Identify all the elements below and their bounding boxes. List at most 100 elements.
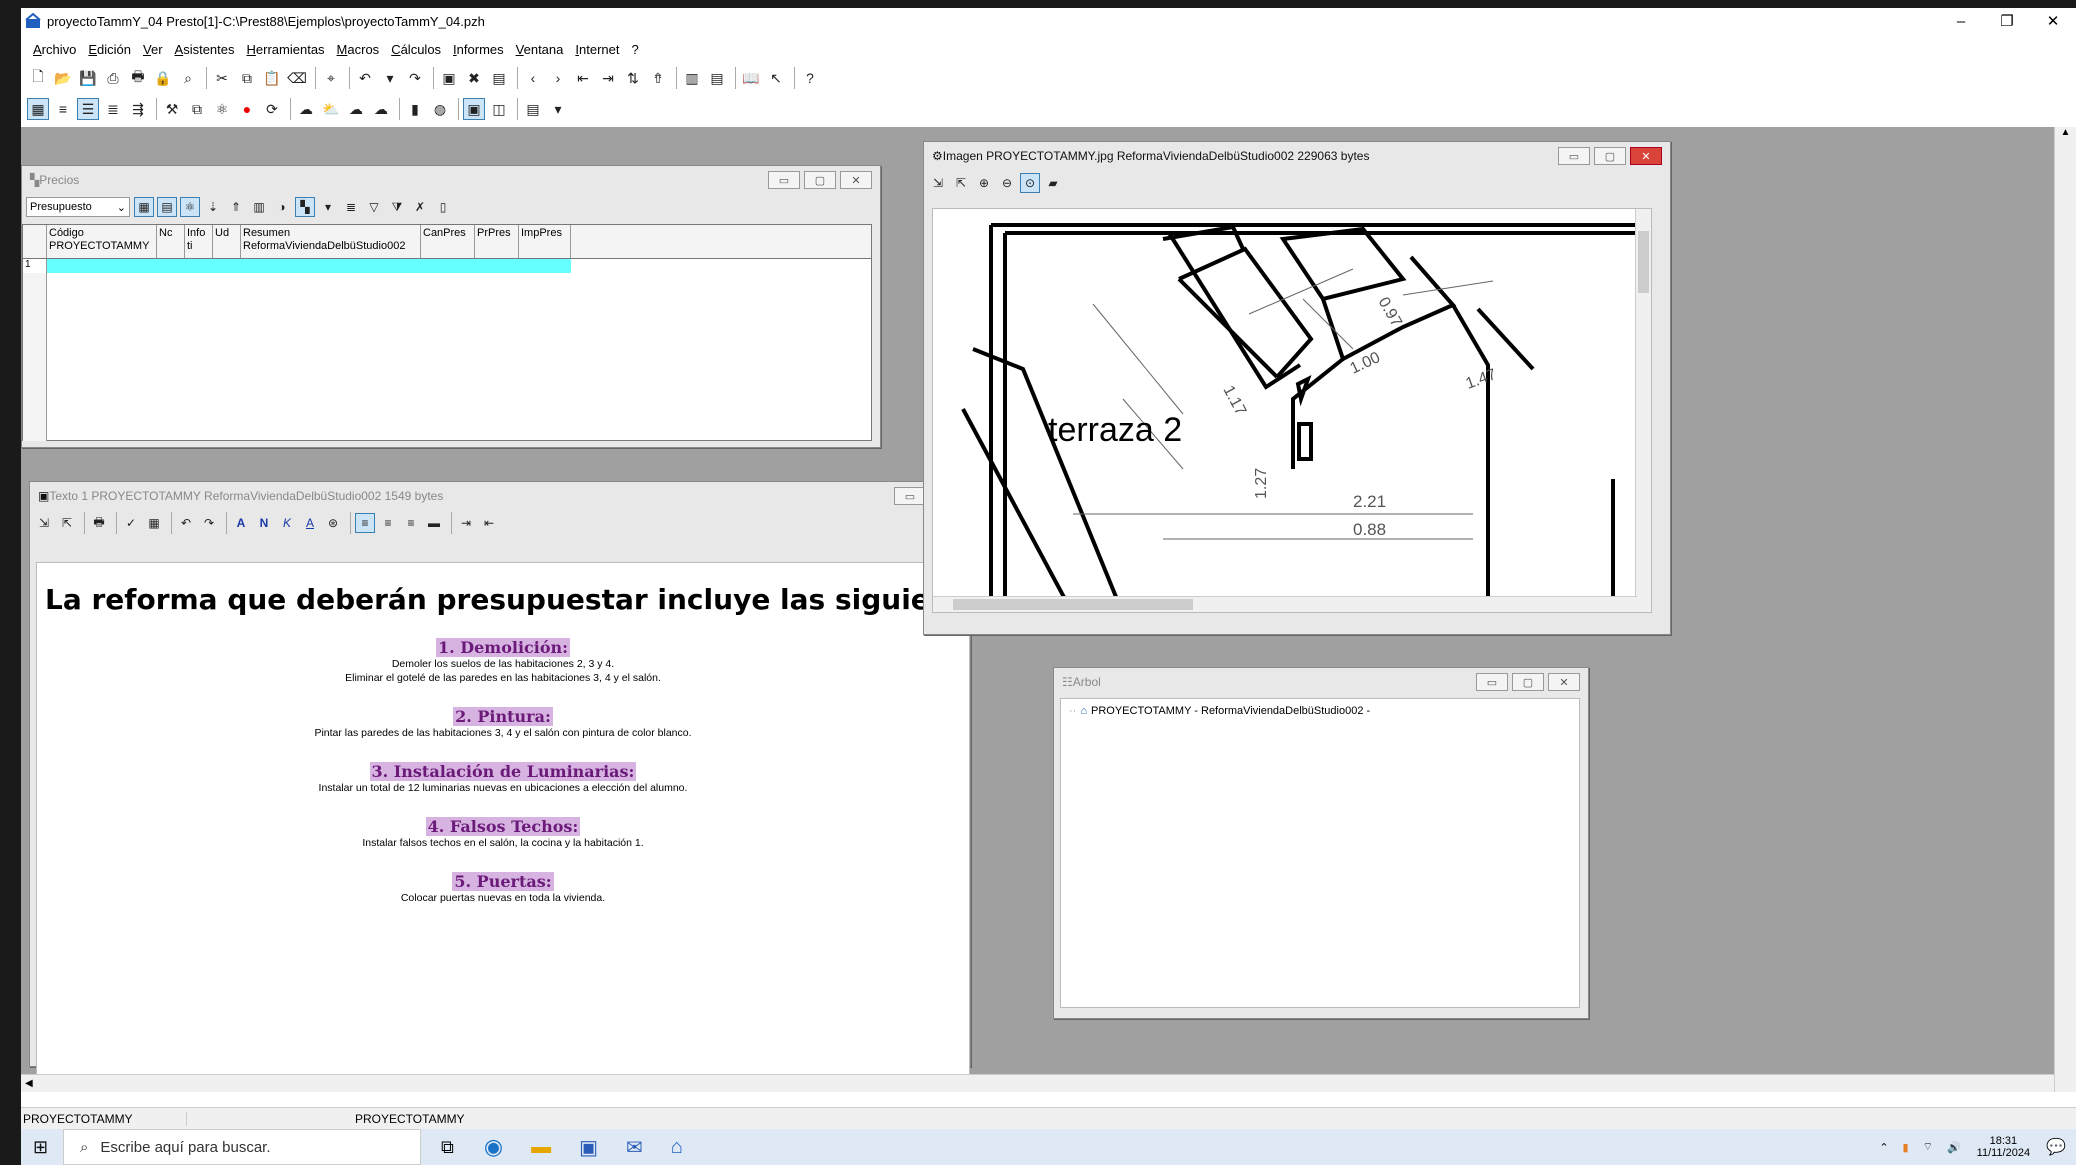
export-icon[interactable]: ⇱ xyxy=(57,513,77,533)
export-icon[interactable]: ⎙ xyxy=(102,67,124,89)
app-tray-icon[interactable]: ▮ xyxy=(1903,1141,1909,1154)
scroll-thumb[interactable] xyxy=(1638,231,1649,293)
justify-icon[interactable]: ▬ xyxy=(424,513,444,533)
menu-internet[interactable]: Internet xyxy=(575,42,619,57)
minimize-button[interactable]: ▭ xyxy=(894,487,926,505)
maximize-button[interactable]: ▢ xyxy=(1594,147,1626,165)
network-icon[interactable]: ⌔ xyxy=(1923,1140,1933,1154)
panel-icon[interactable]: ◫ xyxy=(488,98,510,120)
print-icon[interactable]: 🖶 xyxy=(127,67,149,89)
network-view-icon[interactable]: ⚛ xyxy=(180,197,200,217)
maximize-button[interactable]: ▢ xyxy=(804,171,836,189)
macro-icon[interactable]: ⟳ xyxy=(261,98,283,120)
close-button[interactable]: ✕ xyxy=(2030,8,2076,34)
col-canpres[interactable]: CanPres xyxy=(421,225,475,258)
col-codigo[interactable]: Código PROYECTOTAMMY xyxy=(47,225,157,258)
undo-icon[interactable]: ↶ xyxy=(176,513,196,533)
col-imppres[interactable]: ImpPres xyxy=(519,225,571,258)
rows-icon[interactable]: ▤ xyxy=(706,67,728,89)
align-center-icon[interactable]: ≡ xyxy=(378,513,398,533)
windows-start-icon[interactable]: ⊞ xyxy=(33,1137,48,1158)
fit-icon[interactable]: ⊙ xyxy=(1020,173,1040,193)
menu-ver[interactable]: Ver xyxy=(143,42,163,57)
file-explorer-icon[interactable]: ▬ xyxy=(531,1136,551,1159)
cloud-icon[interactable]: ☁ xyxy=(295,98,317,120)
options-icon[interactable]: ▤ xyxy=(522,98,544,120)
mdi-horizontal-scrollbar[interactable]: ◀ xyxy=(21,1074,2054,1092)
save-icon[interactable]: 💾 xyxy=(77,67,99,89)
book-icon[interactable]: 📖 xyxy=(740,67,762,89)
next-icon[interactable]: › xyxy=(547,67,569,89)
redo-icon[interactable]: ↷ xyxy=(404,67,426,89)
network-icon[interactable]: ⚛ xyxy=(211,98,233,120)
view-budget-icon[interactable]: ▦ xyxy=(27,98,49,120)
table-row[interactable]: 1 xyxy=(23,259,871,273)
menu-informes[interactable]: Informes xyxy=(453,42,504,57)
cut-icon[interactable]: ✂ xyxy=(211,67,233,89)
menu-archivo[interactable]: Archivo xyxy=(33,42,76,57)
lock-icon[interactable]: 🔒 xyxy=(152,67,174,89)
italic-icon[interactable]: K xyxy=(277,513,297,533)
open-icon[interactable]: 📂 xyxy=(52,67,74,89)
maximize-button[interactable]: ▢ xyxy=(1512,673,1544,691)
undo-dropdown-icon[interactable]: ▾ xyxy=(379,67,401,89)
align-right-icon[interactable]: ≡ xyxy=(401,513,421,533)
menu-calculos[interactable]: Cálculos xyxy=(391,42,441,57)
print-icon[interactable]: 🖶 xyxy=(89,513,109,533)
report-icon[interactable]: ▤ xyxy=(488,67,510,89)
volume-icon[interactable]: 🔊 xyxy=(1947,1141,1961,1154)
cloud-doc-icon[interactable]: ☁ xyxy=(370,98,392,120)
menu-asistentes[interactable]: Asistentes xyxy=(175,42,235,57)
col-info[interactable]: Info ti xyxy=(185,225,213,258)
view-list-icon[interactable]: ≡ xyxy=(52,98,74,120)
text-document[interactable]: La reforma que deberán presupuestar incl… xyxy=(36,562,970,1077)
restore-button[interactable]: ❐ xyxy=(1984,8,2030,34)
budget-selector[interactable]: Presupuesto ⌄ xyxy=(26,197,130,217)
zoom-out-icon[interactable]: ⊖ xyxy=(997,173,1017,193)
underline-icon[interactable]: A xyxy=(300,513,320,533)
minimize-button[interactable]: ▭ xyxy=(1476,673,1508,691)
doc-icon[interactable]: ▯ xyxy=(433,197,453,217)
import-icon[interactable]: ⇲ xyxy=(34,513,54,533)
col-resumen[interactable]: Resumen ReformaViviendaDelbüStudio002 xyxy=(241,225,421,258)
outdent-icon[interactable]: ⇤ xyxy=(479,513,499,533)
col-prpres[interactable]: PrPres xyxy=(475,225,519,258)
import-icon[interactable]: ⇲ xyxy=(928,173,948,193)
first-icon[interactable]: ⇤ xyxy=(572,67,594,89)
scroll-thumb[interactable] xyxy=(953,599,1193,610)
notifications-icon[interactable]: 💬 xyxy=(2046,1137,2066,1157)
search-file-icon[interactable]: ⌕ xyxy=(177,67,199,89)
close-button[interactable]: ✕ xyxy=(840,171,872,189)
indent-icon[interactable]: ⇥ xyxy=(456,513,476,533)
chevron-up-icon[interactable]: ⌃ xyxy=(1879,1141,1888,1154)
scroll-left-icon[interactable]: ◀ xyxy=(21,1078,33,1089)
close-button[interactable]: ✕ xyxy=(1630,147,1662,165)
filter-dropdown-icon[interactable]: ▾ xyxy=(318,197,338,217)
col-nc[interactable]: Nc xyxy=(157,225,185,258)
col-ud[interactable]: Ud xyxy=(213,225,241,258)
columns-icon[interactable]: ▥ xyxy=(249,197,269,217)
edge-icon[interactable]: ◉ xyxy=(484,1134,503,1160)
cross-icon[interactable]: ✖ xyxy=(463,67,485,89)
store-icon[interactable]: ▣ xyxy=(579,1135,598,1160)
sort-icon[interactable]: ⇅ xyxy=(622,67,644,89)
mail-icon[interactable]: ✉ xyxy=(626,1135,643,1160)
filter-funnel-icon[interactable]: ⧩ xyxy=(387,197,407,217)
columns-icon[interactable]: ▥ xyxy=(681,67,703,89)
bold-icon[interactable]: N xyxy=(254,513,274,533)
image-vertical-scrollbar[interactable] xyxy=(1635,209,1651,612)
redo-icon[interactable]: ↷ xyxy=(199,513,219,533)
sort-asc-icon[interactable]: ⇣ xyxy=(203,197,223,217)
prev-icon[interactable]: ‹ xyxy=(522,67,544,89)
export-icon[interactable]: ⇱ xyxy=(951,173,971,193)
copy-icon[interactable]: ⧉ xyxy=(236,67,258,89)
tools-icon[interactable]: ⚒ xyxy=(161,98,183,120)
menu-ventana[interactable]: Ventana xyxy=(516,42,564,57)
close-button[interactable]: ✕ xyxy=(1548,673,1580,691)
filter-icon[interactable]: ▚ xyxy=(295,197,315,217)
grid-view-icon[interactable]: ▦ xyxy=(134,197,154,217)
menu-edicion[interactable]: Edición xyxy=(88,42,131,57)
new-icon[interactable]: 🗋 xyxy=(27,67,49,89)
table-icon[interactable]: ▦ xyxy=(144,513,164,533)
paste-icon[interactable]: 📋 xyxy=(261,67,283,89)
